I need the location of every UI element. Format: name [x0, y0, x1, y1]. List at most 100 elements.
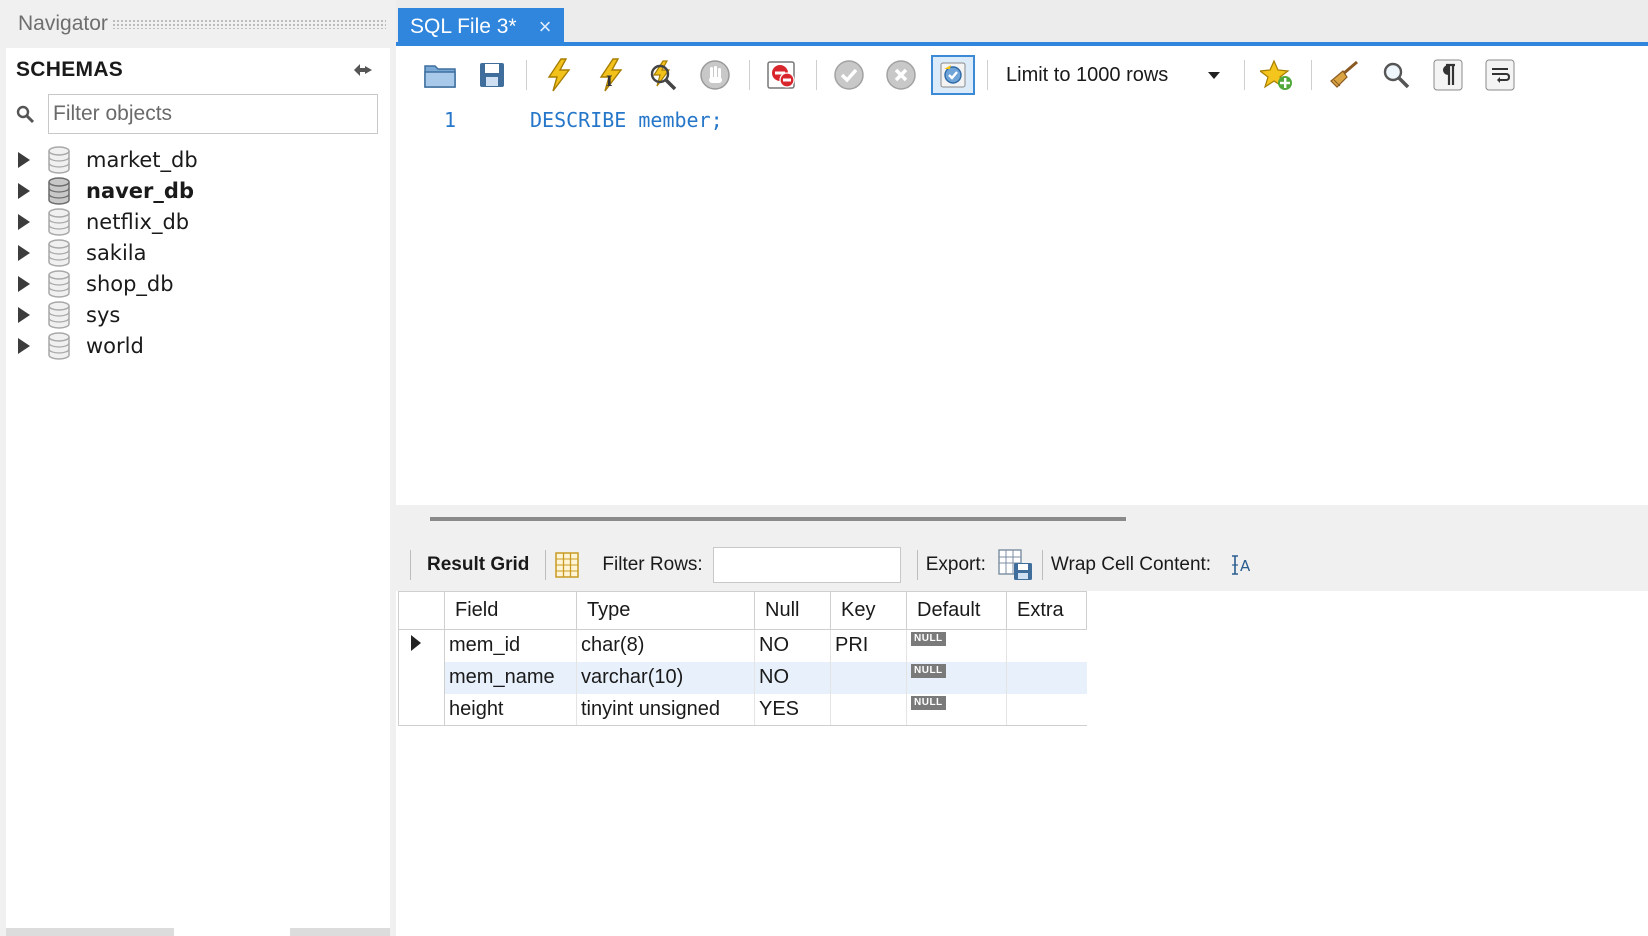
- result-toolbar: Result Grid Filter Rows: Export: Wrap Ce…: [396, 539, 1648, 591]
- column-header-default[interactable]: Default: [906, 591, 1007, 630]
- column-header-key[interactable]: Key: [830, 591, 907, 630]
- bottom-tab-administration[interactable]: [6, 928, 174, 936]
- toggle-stop-on-error-icon[interactable]: [760, 55, 804, 95]
- table-row[interactable]: mem_id char(8) NO PRI NULL: [398, 629, 1087, 662]
- filter-rows-label: Filter Rows:: [602, 554, 703, 575]
- navigator-title: Navigator: [18, 12, 108, 35]
- bottom-tab-schemas[interactable]: [174, 928, 290, 936]
- navigator-drag-grip[interactable]: [111, 19, 386, 29]
- grid-layout-icon[interactable]: [554, 551, 580, 579]
- export-label: Export:: [925, 554, 986, 575]
- cell-type[interactable]: varchar(10): [576, 661, 755, 694]
- cell-key[interactable]: [830, 693, 907, 726]
- cell-field[interactable]: height: [444, 693, 577, 726]
- column-header-type[interactable]: Type: [576, 591, 755, 630]
- filter-objects-input[interactable]: [48, 94, 378, 134]
- expand-arrow-icon[interactable]: [18, 306, 30, 323]
- close-icon[interactable]: ×: [539, 16, 552, 38]
- editor-result-splitter[interactable]: [396, 505, 1648, 539]
- cell-null[interactable]: YES: [754, 693, 831, 726]
- invisible-chars-icon[interactable]: [1426, 55, 1470, 95]
- cell-key[interactable]: [830, 661, 907, 694]
- cell-type[interactable]: char(8): [576, 629, 755, 662]
- result-toolbar-separator: [545, 550, 547, 580]
- sql-code-editor[interactable]: 1 DESCRIBE member;: [396, 100, 1648, 505]
- cell-extra[interactable]: [1006, 629, 1087, 662]
- schema-item-sys[interactable]: sys: [6, 299, 390, 330]
- result-grid: Field Type Null Key Default Extra mem_id char(…: [396, 591, 1648, 936]
- code-line[interactable]: DESCRIBE member;: [530, 108, 723, 132]
- navigator-panel: Navigator SCHEMAS market_db naver_dbnetfl…: [0, 0, 396, 936]
- schema-item-world[interactable]: world: [6, 330, 390, 361]
- explain-icon[interactable]: [641, 55, 685, 95]
- column-header-extra[interactable]: Extra: [1006, 591, 1087, 630]
- stop-icon[interactable]: [693, 55, 737, 95]
- splitter-handle[interactable]: [430, 517, 1126, 521]
- table-header-row: Field Type Null Key Default Extra: [398, 591, 1087, 630]
- autocommit-toggle-icon[interactable]: [931, 55, 975, 95]
- database-icon: [46, 207, 72, 236]
- schema-item-sakila[interactable]: sakila: [6, 237, 390, 268]
- editor-tab-strip: SQL File 3* ×: [396, 0, 1648, 46]
- svg-text:A: A: [1240, 557, 1251, 575]
- schema-name: sys: [86, 302, 121, 327]
- find-icon[interactable]: [1374, 55, 1418, 95]
- filter-rows-input[interactable]: [712, 547, 901, 583]
- cell-type[interactable]: tinyint unsigned: [576, 693, 755, 726]
- execute-current-icon[interactable]: I: [589, 55, 633, 95]
- toolbar-separator: [987, 60, 988, 90]
- cell-default[interactable]: NULL: [906, 661, 1007, 694]
- commit-icon[interactable]: [827, 55, 871, 95]
- save-icon[interactable]: [470, 55, 514, 95]
- filter-row: [6, 92, 390, 136]
- cell-null[interactable]: NO: [754, 661, 831, 694]
- result-toolbar-separator: [1041, 550, 1043, 580]
- cell-null[interactable]: NO: [754, 629, 831, 662]
- cell-extra[interactable]: [1006, 693, 1087, 726]
- schema-item-naver-db[interactable]: naver_db: [6, 175, 390, 206]
- refresh-icon[interactable]: [350, 59, 376, 81]
- open-file-icon[interactable]: [418, 55, 462, 95]
- result-table: Field Type Null Key Default Extra mem_id char(…: [398, 591, 1087, 726]
- tab-label: SQL File 3*: [410, 15, 517, 38]
- column-header-null[interactable]: Null: [754, 591, 831, 630]
- cell-extra[interactable]: [1006, 661, 1087, 694]
- wrap-cell-icon[interactable]: A: [1229, 552, 1255, 578]
- wrap-lines-icon[interactable]: [1478, 55, 1522, 95]
- expand-arrow-icon[interactable]: [18, 151, 30, 168]
- column-header-field[interactable]: Field: [444, 591, 577, 630]
- schema-item-netflix-db[interactable]: netflix_db: [6, 206, 390, 237]
- cell-key[interactable]: PRI: [830, 629, 907, 662]
- null-badge: NULL: [911, 695, 946, 710]
- expand-arrow-icon[interactable]: [18, 275, 30, 292]
- row-marker[interactable]: [398, 693, 445, 726]
- row-marker[interactable]: [398, 629, 445, 662]
- sql-toolbar: I Limit to 1000 rows: [396, 50, 1648, 100]
- add-snippet-star-icon[interactable]: [1255, 55, 1299, 95]
- expand-arrow-icon[interactable]: [18, 213, 30, 230]
- navigator-body: SCHEMAS market_db naver_db netflix_dbsakil…: [6, 48, 390, 936]
- expand-arrow-icon[interactable]: [18, 244, 30, 261]
- cell-field[interactable]: mem_id: [444, 629, 577, 662]
- execute-icon[interactable]: [537, 55, 581, 95]
- table-row[interactable]: height tinyint unsigned YES NULL: [398, 693, 1087, 726]
- cell-default[interactable]: NULL: [906, 693, 1007, 726]
- tab-sql-file-3[interactable]: SQL File 3* ×: [398, 8, 564, 46]
- expand-arrow-icon[interactable]: [18, 337, 30, 354]
- cell-default[interactable]: NULL: [906, 629, 1007, 662]
- expand-arrow-icon[interactable]: [18, 182, 30, 199]
- limit-rows-value: Limit to 1000 rows: [1006, 63, 1169, 86]
- limit-rows-select[interactable]: Limit to 1000 rows: [998, 56, 1228, 94]
- schema-item-market-db[interactable]: market_db: [6, 144, 390, 175]
- toolbar-separator: [749, 60, 750, 90]
- table-row[interactable]: mem_name varchar(10) NO NULL: [398, 661, 1087, 694]
- result-grid-tab[interactable]: Result Grid: [419, 554, 537, 576]
- beautify-broom-icon[interactable]: [1322, 55, 1366, 95]
- row-marker[interactable]: [398, 661, 445, 694]
- cell-field[interactable]: mem_name: [444, 661, 577, 694]
- wrap-cell-content-label: Wrap Cell Content:: [1050, 554, 1212, 575]
- rollback-icon[interactable]: [879, 55, 923, 95]
- svg-text:I: I: [606, 74, 613, 90]
- export-icon[interactable]: [998, 549, 1034, 581]
- schema-item-shop-db[interactable]: shop_db: [6, 268, 390, 299]
